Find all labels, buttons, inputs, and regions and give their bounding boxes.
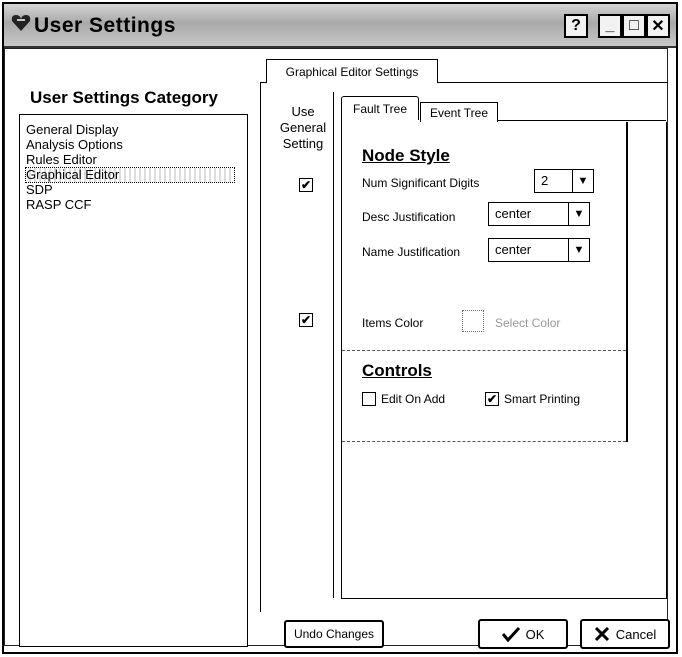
tab-graphical-editor-settings-label: Graphical Editor Settings <box>285 64 419 79</box>
name-justification-select[interactable]: center ▼ <box>488 238 590 262</box>
desc-justification-value: center <box>495 206 532 221</box>
use-general-items-color-checkbox[interactable]: ✔ <box>299 313 313 327</box>
category-item-graphical-editor[interactable]: Graphical Editor <box>25 167 235 183</box>
help-button[interactable]: ? <box>564 14 588 38</box>
window-title: User Settings <box>34 14 176 37</box>
use-general-line2: General <box>279 120 327 135</box>
category-item-rules-editor[interactable]: Rules Editor <box>26 153 97 167</box>
tab-event-tree-label: Event Tree <box>429 105 489 120</box>
smart-printing-checkbox[interactable]: ✔ <box>485 392 499 406</box>
category-item-sdp[interactable]: SDP <box>26 183 53 197</box>
tab-graphical-editor-settings[interactable]: Graphical Editor Settings <box>266 59 438 83</box>
tab-panel-outer-right <box>666 122 667 598</box>
cancel-label: Cancel <box>615 626 657 642</box>
cancel-button[interactable]: Cancel <box>580 619 670 649</box>
chevron-down-icon[interactable]: ▼ <box>568 203 589 225</box>
num-significant-digits-label: Num Significant Digits <box>362 176 480 190</box>
use-general-setting-header: Use General Setting <box>276 104 330 152</box>
controls-bottom-divider <box>342 441 626 442</box>
use-general-node-style-checkbox[interactable]: ✔ <box>299 178 313 192</box>
desc-justification-label: Desc Justification <box>362 210 456 224</box>
controls-title: Controls <box>362 361 432 380</box>
node-style-title: Node Style <box>362 146 450 165</box>
ok-button[interactable]: OK <box>478 619 568 649</box>
use-general-column-divider <box>333 92 334 598</box>
ok-label: OK <box>525 626 545 642</box>
tab-panel-left-border <box>341 120 342 598</box>
tab-panel-right-border <box>626 122 628 442</box>
maximize-icon: □ <box>629 17 639 34</box>
desc-justification-select[interactable]: center ▼ <box>488 202 590 226</box>
name-justification-value: center <box>495 242 532 257</box>
maximize-button[interactable]: □ <box>622 14 646 38</box>
smart-printing-label: Smart Printing <box>504 392 581 406</box>
category-item-rasp-ccf[interactable]: RASP CCF <box>26 198 92 212</box>
app-heart-icon <box>11 15 31 31</box>
title-bar[interactable]: User Settings ? _ □ ✕ <box>4 4 676 48</box>
num-significant-digits-select[interactable]: 2 ▼ <box>534 169 594 193</box>
category-heading: User Settings Category <box>30 88 218 107</box>
minimize-icon: _ <box>605 17 615 34</box>
use-general-line3: Setting <box>282 136 324 151</box>
select-color-button[interactable]: Select Color <box>495 316 560 330</box>
settings-divider <box>260 82 261 612</box>
tab-event-tree[interactable]: Event Tree <box>420 102 498 122</box>
section-divider <box>342 350 626 351</box>
name-justification-label: Name Justification <box>362 245 461 259</box>
minimize-button[interactable]: _ <box>598 14 622 38</box>
x-icon <box>594 626 609 642</box>
items-color-label: Items Color <box>362 316 424 330</box>
category-list[interactable]: General Display Analysis Options Rules E… <box>19 114 248 647</box>
tab-fault-tree-label: Fault Tree <box>352 101 408 116</box>
help-icon: ? <box>571 17 581 34</box>
category-item-general-display[interactable]: General Display <box>26 123 119 137</box>
use-general-line1: Use <box>291 104 315 119</box>
chevron-down-icon[interactable]: ▼ <box>568 239 589 261</box>
close-icon: ✕ <box>651 18 665 35</box>
undo-changes-button[interactable]: Undo Changes <box>284 620 384 648</box>
category-item-analysis-options[interactable]: Analysis Options <box>26 138 123 152</box>
checkmark-icon <box>501 626 520 642</box>
close-button[interactable]: ✕ <box>646 14 670 38</box>
edit-on-add-label: Edit On Add <box>381 392 446 406</box>
tab-panel-top-border <box>498 120 666 121</box>
num-significant-digits-value: 2 <box>541 173 549 188</box>
items-color-swatch[interactable] <box>462 310 484 332</box>
edit-on-add-checkbox[interactable] <box>362 392 376 406</box>
tab-fault-tree[interactable]: Fault Tree <box>341 96 419 120</box>
tab-panel-bottom-border <box>341 598 667 599</box>
undo-changes-label: Undo Changes <box>293 627 375 641</box>
chevron-down-icon[interactable]: ▼ <box>572 170 593 192</box>
